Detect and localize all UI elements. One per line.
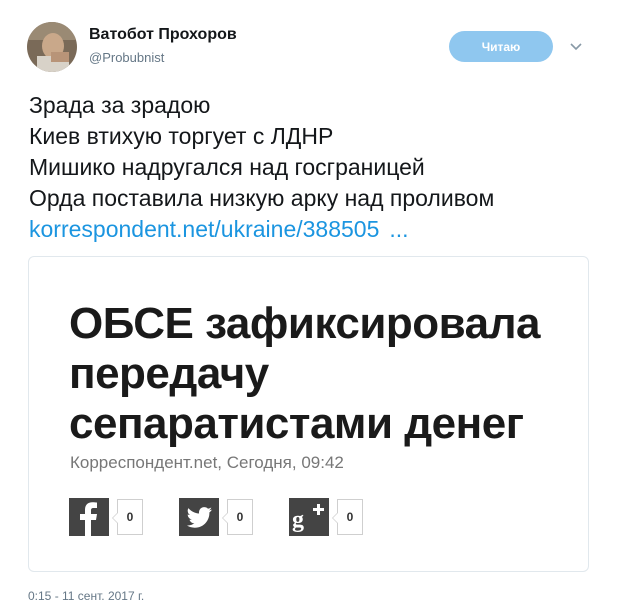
tweet-line: Зрада за зрадою [29, 92, 211, 118]
account-handle[interactable]: @Probubnist [89, 50, 164, 65]
twitter-share-count: 0 [222, 499, 253, 535]
twitter-icon[interactable] [179, 498, 219, 536]
card-headline-line: передачу [69, 349, 269, 398]
tweet-line: Мишико надругался над госграницей [29, 154, 425, 180]
facebook-share[interactable]: 0 [69, 497, 143, 537]
avatar-image [27, 22, 77, 72]
googleplus-share-count: 0 [332, 499, 363, 535]
link-preview-card[interactable]: ОБСЕ зафиксировала передачу сепаратистам… [28, 256, 589, 572]
svg-text:g: g [292, 507, 304, 533]
card-headline-line: ОБСЕ зафиксировала [69, 299, 541, 348]
googleplus-share[interactable]: g 0 [289, 497, 363, 537]
follow-button[interactable]: Читаю [449, 31, 553, 62]
facebook-icon[interactable] [69, 498, 109, 536]
tweet-line: Орда поставила низкую арку над проливом [29, 185, 495, 211]
chevron-down-icon[interactable] [569, 40, 583, 54]
card-source: Корреспондент.net, Сегодня, 09:42 [70, 453, 344, 472]
googleplus-icon[interactable]: g [289, 498, 329, 536]
tweet-link[interactable]: korrespondent.net/ukraine/388505 [29, 216, 379, 242]
facebook-share-count: 0 [112, 499, 143, 535]
twitter-share[interactable]: 0 [179, 497, 253, 537]
card-headline-line: сепаратистами денег [69, 399, 524, 448]
tweet-text: Зрада за зрадою Киев втихую торгует с ЛД… [29, 90, 609, 245]
tweet-link-ellipsis[interactable]: ... [389, 216, 408, 242]
tweet-timestamp[interactable]: 0:15 - 11 сент. 2017 г. [28, 589, 144, 603]
tweet-line: Киев втихую торгует с ЛДНР [29, 123, 334, 149]
avatar[interactable] [27, 22, 77, 72]
card-headline: ОБСЕ зафиксировала передачу сепаратистам… [69, 299, 579, 449]
account-name[interactable]: Ватобот Прохоров [89, 26, 237, 44]
